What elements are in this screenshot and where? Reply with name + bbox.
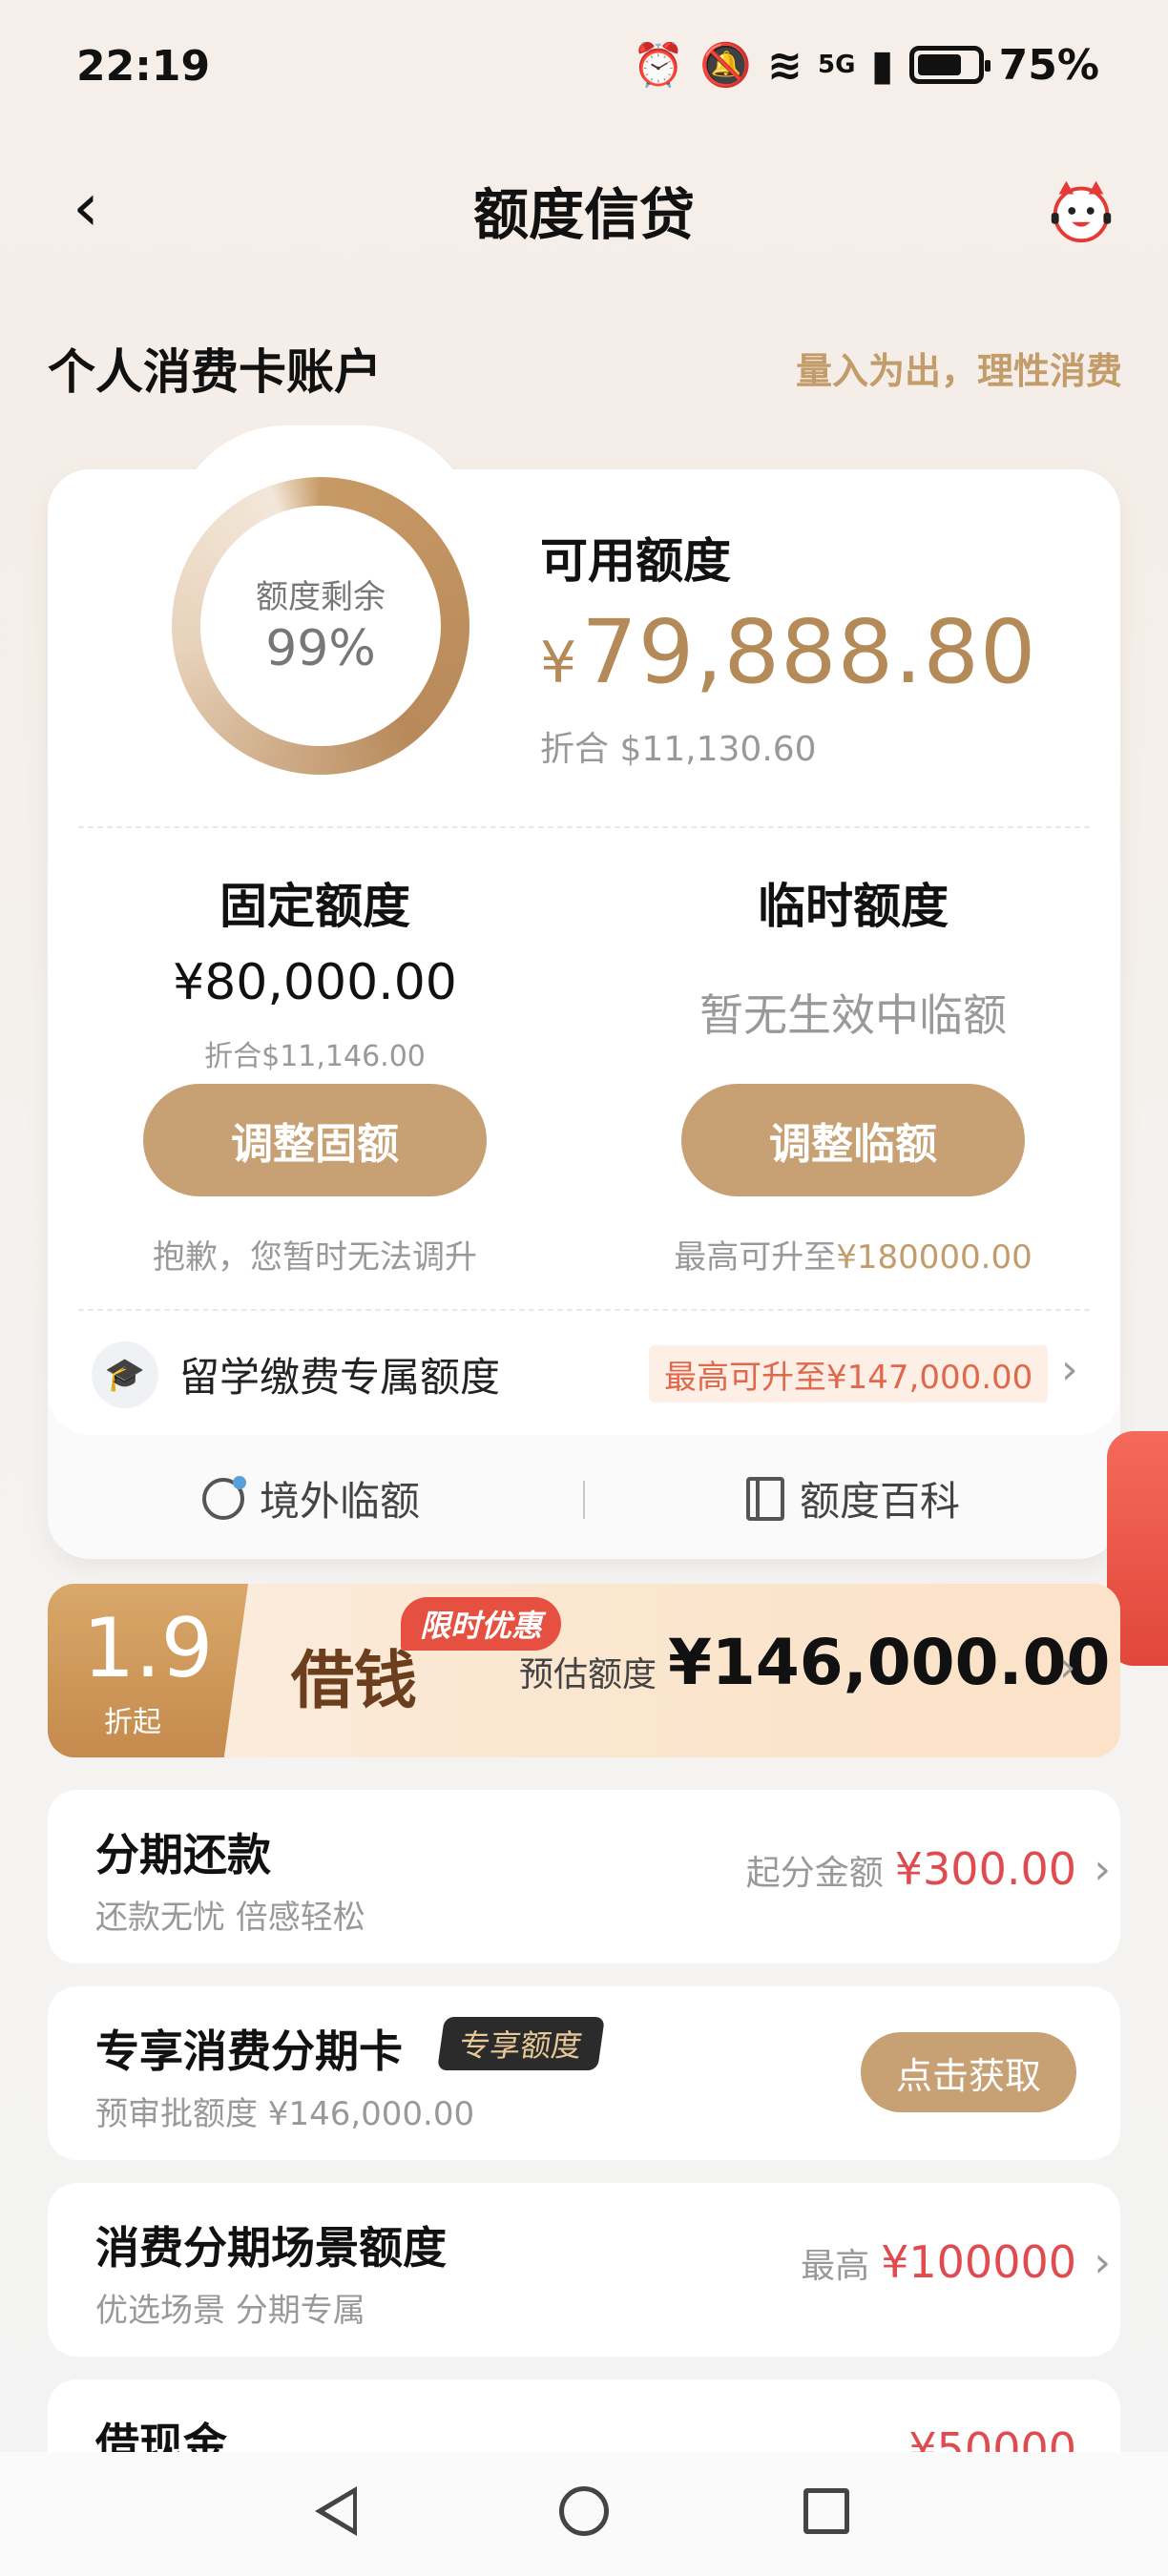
overseas-icon [202,1475,246,1520]
temp-quota-note: 最高可升至¥180000.00 [605,1231,1101,1278]
fixed-quota-title: 固定额度 [219,879,410,934]
ring-percent: 99% [265,620,376,677]
signal-icon: ▮ [870,40,894,90]
battery-icon [908,46,991,84]
battery-percent: 75% [998,40,1099,90]
divider [78,1309,1090,1311]
installment-title: 分期还款 [95,1829,271,1880]
available-usd: 折合 $11,130.60 [540,730,817,769]
loan-amount: ¥146,000.00 [668,1626,1111,1699]
limited-offer-tag: 限时优惠 [401,1597,562,1651]
overseas-quota-link[interactable]: 境外临额 [202,1469,420,1527]
available-value: 79,888.80 [581,601,1037,703]
loan-estimate-label: 预估额度 [519,1655,657,1694]
network-label: 5G [818,51,856,79]
loan-rate: 1.9 [82,1601,214,1696]
loan-rate-suffix: 折起 [104,1706,161,1739]
adjust-temp-button[interactable]: 调整临额 [681,1084,1025,1196]
nav-home-icon[interactable] [559,2486,609,2536]
exclusive-subtitle: 预审批额度 ¥146,000.00 [95,2095,475,2133]
status-time: 22:19 [76,42,211,91]
adjust-fixed-button[interactable]: 调整固额 [143,1084,487,1196]
fixed-quota-amount: ¥80,000.00 [173,954,457,1011]
book-icon [746,1476,784,1521]
fixed-quota-note: 抱歉，您暂时无法调升 [153,1238,477,1277]
chevron-right-icon[interactable]: › [1094,1845,1111,1894]
mascot-icon[interactable] [1044,174,1118,248]
loan-word: 借钱 [291,1643,417,1717]
chevron-right-icon[interactable]: › [1061,1345,1078,1394]
temp-note-value: ¥180000.00 [836,1238,1032,1277]
installment-min: 起分金额 ¥300.00 [746,1843,1076,1895]
chevron-right-icon[interactable]: › [1094,2238,1111,2287]
study-abroad-badge[interactable]: 最高可升至¥147,000.00 [649,1345,1049,1402]
exclusive-badge: 专享额度 [437,2017,605,2070]
installment-subtitle: 还款无忧 倍感轻松 [95,1899,365,1937]
nav-recents-icon[interactable] [803,2488,849,2534]
ring-label: 额度剩余 [256,578,386,616]
status-icons: ⏰ 🔕 ≋ 5G ▮ 75% [632,40,1099,91]
installment-min-value: ¥300.00 [894,1843,1076,1895]
alarm-icon: ⏰ [632,41,685,90]
scene-quota-label: 最高 [801,2247,870,2286]
wiki-label: 额度百科 [800,1478,961,1525]
installment-min-label: 起分金额 [745,1854,884,1893]
nav-back-icon-inner [324,2494,353,2528]
overseas-label: 境外临额 [260,1478,421,1525]
get-button[interactable]: 点击获取 [861,2032,1076,2112]
battery-level [917,54,961,75]
scene-quota-value: ¥100000 [881,2236,1076,2288]
temp-quota-title: 临时额度 [758,879,949,934]
temp-note-prefix: 最高可升至 [674,1238,837,1277]
graduation-cap-icon: 🎓 [92,1341,158,1408]
temp-quota-none: 暂无生效中临额 [699,989,1007,1041]
wifi-icon: ≋ [767,40,803,90]
exclusive-title: 专享消费分期卡 [95,2025,403,2077]
currency-symbol: ¥ [540,630,578,696]
section-title: 个人消费卡账户 [48,344,382,400]
study-abroad-label[interactable]: 留学缴费专属额度 [179,1345,500,1403]
available-label: 可用额度 [540,533,731,589]
scene-quota-max: 最高 ¥100000 [801,2236,1076,2288]
scene-quota-subtitle: 优选场景 分期专属 [95,2292,365,2330]
chevron-right-icon[interactable]: › [1059,1643,1076,1692]
divider [583,1481,585,1519]
available-amount: ¥79,888.80 [540,601,1036,703]
scene-quota-title: 消费分期场景额度 [95,2222,447,2274]
quota-wiki-link[interactable]: 额度百科 [746,1469,960,1527]
divider [78,826,1090,828]
slogan: 量入为出，理性消费 [795,350,1122,392]
fixed-quota-usd: 折合$11,146.00 [204,1040,426,1073]
page-title: 额度信贷 [472,182,695,247]
mute-icon: 🔕 [699,41,753,90]
